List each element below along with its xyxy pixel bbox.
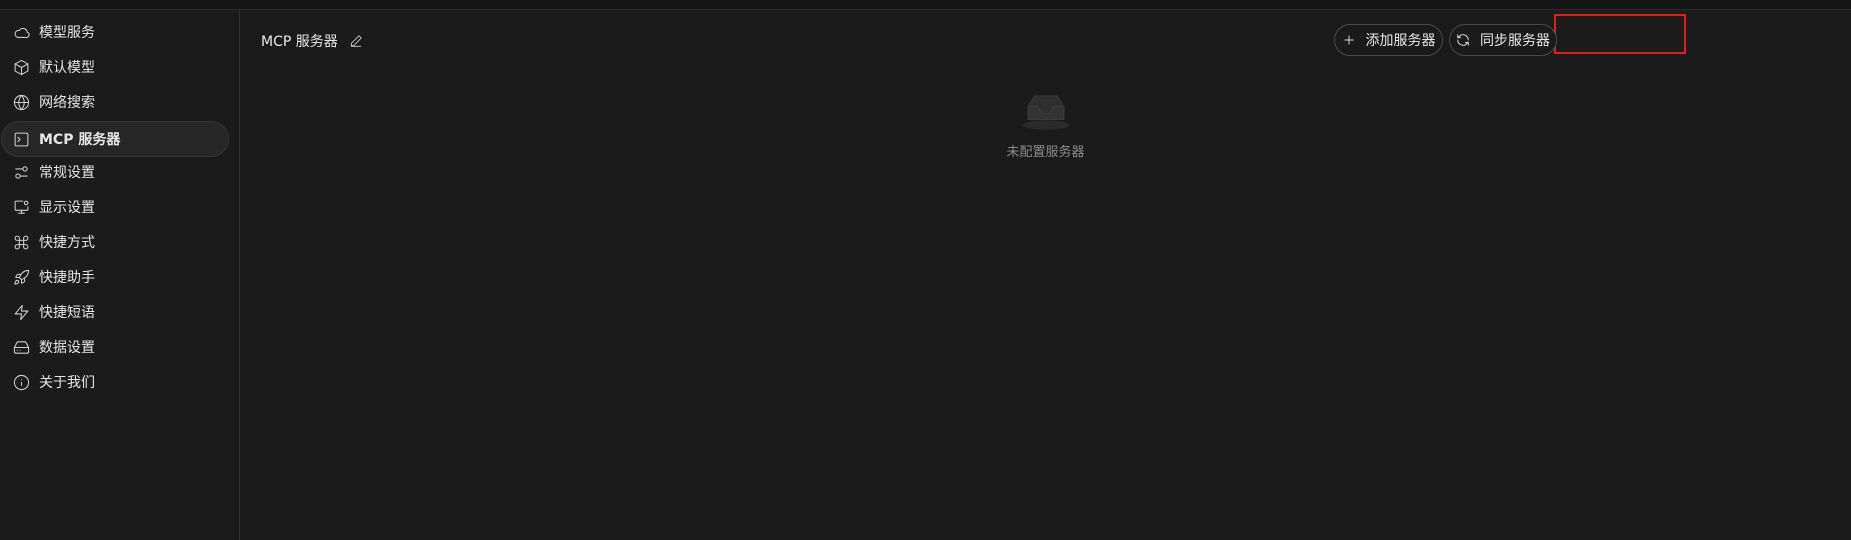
sidebar-item-shortcuts[interactable]: 快捷方式: [1, 224, 229, 260]
pencil-icon[interactable]: [349, 34, 363, 48]
sidebar-item-mcp-servers[interactable]: MCP 服务器: [1, 121, 229, 157]
add-server-button[interactable]: 添加服务器: [1334, 24, 1443, 56]
sync-server-label: 同步服务器: [1480, 33, 1550, 49]
empty-inbox-icon: [1016, 86, 1076, 138]
info-icon: [12, 373, 30, 391]
empty-state-text: 未配置服务器: [1006, 145, 1085, 160]
sidebar-item-default-model[interactable]: 默认模型: [1, 49, 229, 85]
page-title: MCP 服务器: [261, 31, 363, 51]
sidebar-item-quick-phrases[interactable]: 快捷短语: [1, 294, 229, 330]
sidebar-item-display-settings[interactable]: 显示设置: [1, 189, 229, 225]
add-server-label: 添加服务器: [1365, 33, 1436, 49]
sidebar-item-data-settings[interactable]: 数据设置: [1, 329, 229, 365]
cloud-icon: [12, 23, 30, 41]
cube-icon: [12, 58, 30, 76]
sliders-icon: [12, 163, 30, 181]
refresh-icon: [1457, 34, 1469, 46]
command-icon: [12, 233, 30, 251]
sidebar-item-general-settings[interactable]: 常规设置: [1, 154, 229, 190]
empty-state: 未配置服务器: [240, 86, 1851, 160]
hard-drive-icon: [12, 338, 30, 356]
monitor-settings-icon: [12, 198, 30, 216]
window-top-bar: [0, 0, 1851, 10]
page-title-text: MCP 服务器: [261, 34, 338, 50]
sidebar-item-label: 显示设置: [39, 200, 95, 216]
sidebar-item-label: 快捷方式: [39, 235, 95, 251]
sidebar-item-quick-assistant[interactable]: 快捷助手: [1, 259, 229, 295]
sidebar-item-label: 数据设置: [39, 340, 95, 356]
sidebar-item-label: 网络搜索: [39, 95, 95, 111]
sidebar-item-label: 快捷助手: [39, 270, 95, 286]
sync-server-button[interactable]: 同步服务器: [1449, 24, 1557, 56]
sidebar-item-label: 默认模型: [39, 60, 95, 76]
sidebar-item-web-search[interactable]: 网络搜索: [1, 84, 229, 120]
main-content: MCP 服务器 添加服务器 同步服务器 未配置服务器: [240, 10, 1851, 540]
plus-icon: [1343, 35, 1354, 45]
sidebar-item-model-service[interactable]: 模型服务: [1, 14, 229, 50]
sidebar-item-about-us[interactable]: 关于我们: [1, 364, 229, 400]
sidebar-item-label: 关于我们: [39, 375, 95, 391]
highlight-box: [1554, 14, 1686, 54]
sidebar-item-label: 常规设置: [39, 165, 95, 181]
sidebar-item-label: 模型服务: [39, 25, 95, 41]
sidebar-item-label: MCP 服务器: [39, 132, 121, 148]
rocket-icon: [12, 268, 30, 286]
globe-icon: [12, 93, 30, 111]
sidebar-item-label: 快捷短语: [39, 305, 95, 321]
zap-icon: [12, 303, 30, 321]
terminal-icon: [12, 130, 30, 148]
settings-sidebar: 模型服务 默认模型 网络搜索 MCP 服务器 常规设置 显示设置 快捷方式 快捷…: [0, 10, 240, 540]
